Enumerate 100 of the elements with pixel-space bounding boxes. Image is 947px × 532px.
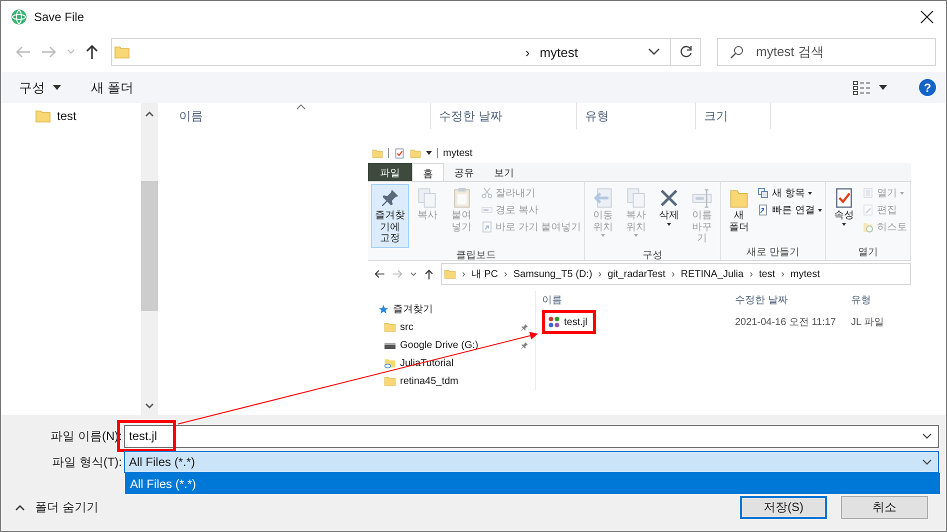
nav-item[interactable]: Google Drive (G:) [400,340,516,350]
dialog-button[interactable]: 저장(S) [740,496,827,519]
ribbon-button[interactable]: 삭제 [654,184,684,248]
column-header[interactable]: 수정한 날짜 [431,103,577,129]
ribbon-button[interactable]: 속성 [829,184,859,245]
file-name[interactable]: test.jl [564,316,588,328]
caret-icon[interactable] [879,85,887,90]
folder-name[interactable]: test [57,109,76,123]
path-separator: › [781,268,784,280]
up-arrow-icon[interactable] [424,268,434,280]
scroll-thumb[interactable] [141,181,158,311]
move-icon [592,187,614,209]
column-header[interactable]: 크기 [696,103,771,129]
back-icon[interactable] [374,269,385,279]
new-item-icon [757,187,770,199]
search-icon [730,45,744,59]
link-icon [757,204,770,216]
sort-caret-icon [296,104,306,110]
organize-menu[interactable]: 구성 [19,78,45,96]
ribbon-tab[interactable]: 공유 [444,163,484,181]
file-type: JL 파일 [850,316,884,329]
refresh-icon [678,45,692,59]
open-icon [862,187,874,199]
dropdown-option[interactable]: All Files (*.*) [125,473,940,494]
folder-icon [372,148,383,158]
caret-icon [818,208,822,212]
cloud-folder-icon [384,357,396,369]
ribbon-group-label: 구성 [642,248,663,262]
ribbon-tab[interactable]: 파일 [368,163,412,181]
copy-icon [416,187,438,209]
chevron-down-icon [922,459,932,465]
search-placeholder: mytest 검색 [756,43,824,61]
scrollbar[interactable] [141,103,158,415]
scissors-icon [480,187,493,199]
chevron-up-icon[interactable] [15,504,25,510]
file-name-field[interactable]: test.jl [124,424,939,448]
folder-icon [384,321,396,333]
column-header[interactable]: 유형 [577,103,696,129]
column-header[interactable]: 이름 [158,103,431,129]
path-segment[interactable]: 내 PC [471,267,498,281]
dialog-button[interactable]: 취소 [841,496,928,519]
nav-header[interactable]: 즐겨찾기 [393,302,433,316]
ribbon-button[interactable]: 빠른 연결 [757,203,822,217]
caret-icon [634,234,638,237]
path-segment[interactable]: test [758,268,776,280]
hide-folders-toggle[interactable]: 폴더 숨기기 [35,499,98,516]
window-title: Save File [34,10,86,24]
folder-icon [35,108,51,124]
folder-icon [410,148,421,158]
up-arrow-icon[interactable] [85,44,99,60]
star-icon [378,304,389,314]
rename-icon [691,187,714,209]
ribbon-tab[interactable]: 홈 [412,163,444,181]
path-segment[interactable]: mytest [790,268,820,280]
path-separator: › [750,268,753,280]
new-folder-button[interactable]: 새 폴더 [91,78,134,96]
refresh-button[interactable] [671,38,701,66]
checklist-icon [833,187,855,209]
folder-icon [384,375,396,387]
path-separator: › [462,268,466,280]
ribbon-group-label: 새로 만들기 [746,246,800,259]
scroll-up-icon[interactable] [145,111,154,117]
file-date: 2021-04-16 오전 11:17 [734,316,837,329]
shortcut-icon [480,221,493,233]
caret-icon [842,222,846,226]
path-segment[interactable]: RETINA_Julia [680,268,744,280]
ribbon-tab[interactable]: 보기 [484,163,524,181]
column-header[interactable]: 수정한 날짜 [731,293,847,307]
caret-icon [808,192,812,194]
column-header[interactable]: 이름 [536,293,731,307]
nav-item[interactable]: src [400,322,516,332]
file-type-dropdown[interactable]: All Files (*.*) [124,451,939,473]
search-field[interactable]: mytest 검색 [717,38,936,66]
address-field[interactable]: › 내 PC › Samsung_T5 (D:) › git_radarTest › RETINA_Julia › test › mytest [441,263,911,285]
path-separator: › [504,268,508,280]
path-separator: › [525,44,530,60]
chevron-down-icon[interactable] [648,48,660,56]
scroll-down-icon[interactable] [145,403,154,409]
chevron-down-icon[interactable] [410,272,417,276]
path-separator: › [671,268,675,280]
address-field[interactable]: › mytest [111,38,671,66]
path-segment[interactable]: mytest [540,44,578,60]
ribbon-button[interactable]: 새 폴더 [724,184,754,245]
path-segment[interactable]: git_radarTest [608,268,666,280]
ribbon-button[interactable]: 즐겨찾기에 고정 [371,184,410,248]
ribbon-group-label: 클립보드 [456,248,496,262]
chevron-down-icon[interactable] [922,433,932,439]
column-header[interactable]: 유형 [847,293,871,307]
nav-item[interactable]: retina45_tdm [400,376,529,386]
history-icon [862,221,874,233]
path-segment[interactable]: Samsung_T5 (D:) [513,268,592,280]
help-button[interactable]: ? [919,79,936,96]
ribbon-button[interactable]: 새 항목 [757,186,822,200]
caret-icon [426,151,432,155]
view-options-icon[interactable] [853,80,871,94]
folder-icon [728,187,750,209]
ribbon-group-label: 열기 [858,246,878,259]
path-icon [480,204,493,216]
copy-to-icon [625,187,648,209]
close-icon[interactable] [920,10,934,24]
